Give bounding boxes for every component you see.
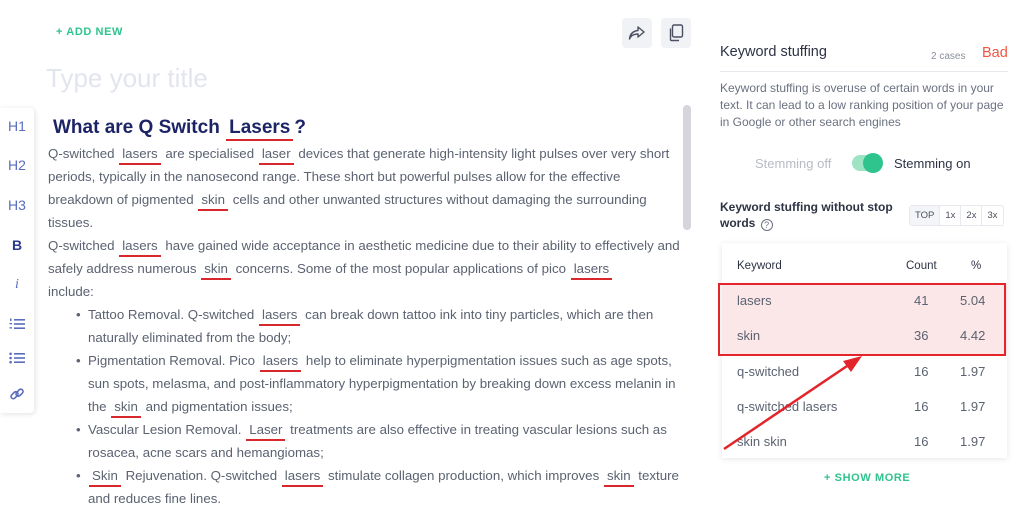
row-keyword: skin skin	[737, 434, 787, 449]
keyword-highlight: Skin	[89, 467, 121, 487]
share-icon	[628, 26, 645, 40]
keyword-highlight: Laser	[246, 421, 286, 441]
row-count: 16	[914, 399, 929, 414]
copy-icon	[669, 24, 684, 42]
list-item: Pigmentation Removal. Pico lasers help t…	[76, 349, 682, 418]
keyword-highlight: lasers	[119, 145, 161, 165]
copy-button[interactable]	[661, 18, 691, 48]
row-percent: 1.97	[960, 434, 986, 449]
keyword-highlight: lasers	[258, 306, 301, 326]
row-count: 16	[914, 434, 929, 449]
row-keyword: q-switched	[737, 364, 800, 379]
toggle-knob	[863, 153, 883, 173]
row-percent: 1.97	[960, 399, 986, 414]
table-row[interactable]: q-switched 16 1.97	[722, 355, 1007, 390]
header-keyword: Keyword	[737, 260, 782, 272]
ordered-list-button[interactable]	[0, 310, 34, 338]
title-input[interactable]	[46, 58, 606, 98]
row-percent: 4.42	[960, 328, 986, 343]
link-button[interactable]	[0, 380, 34, 408]
text-run: are specialised	[165, 146, 255, 161]
list-item: Vascular Lesion Removal. Laser treatment…	[76, 418, 682, 464]
stemming-toggle[interactable]	[852, 153, 883, 173]
bullet-list: Tattoo Removal. Q-switched lasers can br…	[48, 303, 682, 510]
text-run: stimulate collagen production, which imp…	[327, 468, 600, 483]
text-run: Tattoo Removal. Q-switched	[88, 307, 255, 322]
article-heading: What are Q Switch Lasers?	[53, 114, 682, 142]
bold-button[interactable]: B	[0, 231, 34, 259]
heading-text: What are Q Switch	[53, 117, 220, 138]
stemming-off-label[interactable]: Stemming off	[755, 156, 831, 171]
keyword-highlight: lasers	[259, 352, 302, 372]
panel-description: Keyword stuffing is overuse of certain w…	[720, 81, 1004, 129]
row-count: 16	[914, 364, 929, 379]
heading3-button[interactable]: H3	[0, 191, 34, 219]
heading2-button[interactable]: H2	[0, 151, 34, 179]
text-run: concerns. Some of the most popular appli…	[235, 261, 567, 276]
link-icon	[10, 388, 24, 400]
divider	[720, 71, 1008, 72]
stemming-on-label[interactable]: Stemming on	[894, 156, 971, 171]
row-keyword: lasers	[737, 293, 772, 308]
text-run: Q-switched	[48, 238, 115, 253]
editor-content[interactable]: What are Q Switch Lasers? Q-switched las…	[48, 114, 682, 531]
section-title: Keyword stuffing without stop words ?	[720, 199, 900, 231]
keyword-highlight: lasers	[119, 237, 161, 257]
text-run: include:	[48, 284, 94, 299]
keyword-highlight: skin	[198, 191, 228, 211]
keyword-highlight: lasers	[281, 467, 324, 487]
list-item: Tattoo Removal. Q-switched lasers can br…	[76, 303, 682, 349]
keyword-highlight: skin	[603, 467, 634, 487]
table-row[interactable]: lasers 41 5.04	[722, 284, 1007, 319]
tab-top[interactable]: TOP	[910, 206, 941, 225]
tab-1x[interactable]: 1x	[940, 206, 962, 225]
section-title-text: Keyword stuffing without stop words	[720, 200, 893, 230]
text-run: Vascular Lesion Removal.	[88, 422, 242, 437]
row-percent: 1.97	[960, 364, 986, 379]
cases-count: 2 cases	[931, 51, 966, 62]
keyword-table: Keyword Count % lasers 41 5.04 skin 36 4…	[722, 243, 1007, 458]
keyword-highlight: Lasers	[226, 117, 294, 141]
table-header: Keyword Count %	[722, 248, 1007, 283]
row-keyword: skin	[737, 328, 761, 343]
table-row[interactable]: skin skin 16 1.97	[722, 425, 1007, 460]
show-more-button[interactable]: + SHOW MORE	[824, 472, 910, 484]
bullet-list-icon	[9, 352, 25, 364]
row-count: 41	[914, 293, 929, 308]
header-count: Count	[906, 260, 937, 272]
tab-3x[interactable]: 3x	[982, 206, 1002, 225]
keyword-highlight: skin	[111, 398, 141, 418]
share-button[interactable]	[622, 18, 652, 48]
heading-suffix: ?	[294, 117, 306, 138]
text-run: Pigmentation Removal. Pico	[88, 353, 256, 368]
header-percent: %	[971, 260, 982, 272]
bullet-list-button[interactable]	[0, 344, 34, 372]
text-run: Rejuvenation. Q-switched	[125, 468, 278, 483]
text-run: Q-switched	[48, 146, 115, 161]
ordered-list-icon	[9, 318, 25, 329]
table-row[interactable]: skin 36 4.42	[722, 319, 1007, 354]
format-toolbar: H1 H2 H3 B i	[0, 108, 34, 413]
paragraph: Q-switched lasers have gained wide accep…	[48, 234, 682, 303]
list-item: Skin Rejuvenation. Q-switched lasers sti…	[76, 464, 682, 510]
help-icon[interactable]: ?	[760, 219, 773, 231]
panel-title: Keyword stuffing	[720, 44, 827, 60]
row-count: 36	[914, 328, 929, 343]
editor-scrollbar[interactable]	[683, 105, 691, 230]
text-run: and pigmentation issues;	[145, 399, 293, 414]
italic-button[interactable]: i	[0, 271, 34, 299]
row-percent: 5.04	[960, 293, 986, 308]
keyword-highlight: lasers	[570, 260, 613, 280]
table-row[interactable]: q-switched lasers 16 1.97	[722, 390, 1007, 425]
heading1-button[interactable]: H1	[0, 112, 34, 140]
tab-2x[interactable]: 2x	[961, 206, 983, 225]
frequency-tabs: TOP 1x 2x 3x	[909, 205, 1004, 226]
paragraph: Q-switched lasers are specialised laser …	[48, 142, 682, 234]
add-new-button[interactable]: + ADD NEW	[56, 26, 123, 38]
row-keyword: q-switched lasers	[737, 399, 838, 414]
keyword-highlight: skin	[201, 260, 231, 280]
keyword-highlight: laser	[258, 145, 294, 165]
status-badge: Bad	[982, 45, 1008, 61]
